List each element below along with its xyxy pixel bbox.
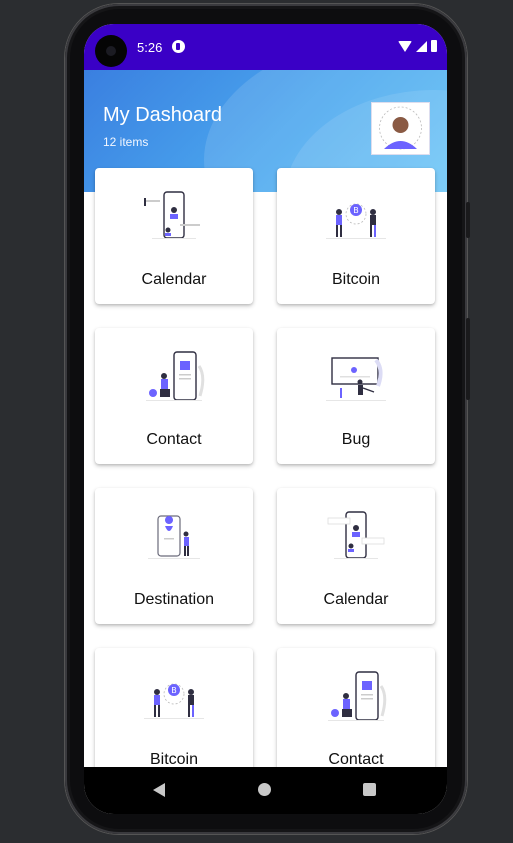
card-bitcoin[interactable]: B Bitcoin (95, 648, 253, 784)
calendar-illustration-icon (144, 191, 200, 239)
svg-text:B: B (353, 206, 359, 215)
volume-button (466, 318, 470, 400)
card-bug[interactable]: Bug (277, 328, 435, 464)
back-icon[interactable] (153, 783, 165, 797)
card-calendar[interactable]: Calendar (277, 488, 435, 624)
status-icons (398, 40, 437, 52)
front-camera (95, 35, 127, 67)
bitcoin-illustration-icon: B (326, 203, 386, 239)
card-label: Calendar (323, 591, 389, 608)
destination-illustration-icon (148, 515, 200, 559)
signal-icon (416, 40, 427, 52)
status-bar: 5:26 (84, 24, 447, 70)
contact-illustration-icon (146, 351, 205, 401)
svg-text:B: B (171, 686, 177, 695)
card-label: Contact (146, 431, 202, 448)
battery-icon (431, 40, 437, 52)
card-label: Calendar (141, 271, 207, 288)
card-bitcoin[interactable]: B Bitcoin (277, 168, 435, 304)
wifi-icon (398, 40, 412, 52)
avatar-icon (379, 106, 422, 150)
power-button (466, 202, 470, 238)
status-time: 5:26 (137, 40, 163, 55)
avatar[interactable] (371, 102, 430, 155)
notification-icon (172, 40, 185, 53)
page-title: My Dashoard (103, 104, 222, 126)
item-count: 12 items (103, 135, 149, 149)
bitcoin-illustration-icon: B (144, 683, 204, 719)
card-label: Bitcoin (331, 271, 381, 288)
home-icon[interactable] (258, 783, 271, 796)
navigation-bar (84, 767, 447, 814)
recents-icon[interactable] (363, 783, 376, 796)
card-label: Destination (133, 591, 215, 608)
card-calendar[interactable]: Calendar (95, 168, 253, 304)
bug-illustration-icon (326, 357, 386, 401)
card-label: Bug (341, 431, 371, 448)
card-contact[interactable]: Contact (277, 648, 435, 784)
contact-illustration-icon (328, 671, 387, 721)
calendar-illustration-icon (327, 511, 385, 559)
card-destination[interactable]: Destination (95, 488, 253, 624)
card-contact[interactable]: Contact (95, 328, 253, 464)
device-screen: 5:26 My Dashoard 12 items Calendar B Bit… (84, 24, 447, 814)
